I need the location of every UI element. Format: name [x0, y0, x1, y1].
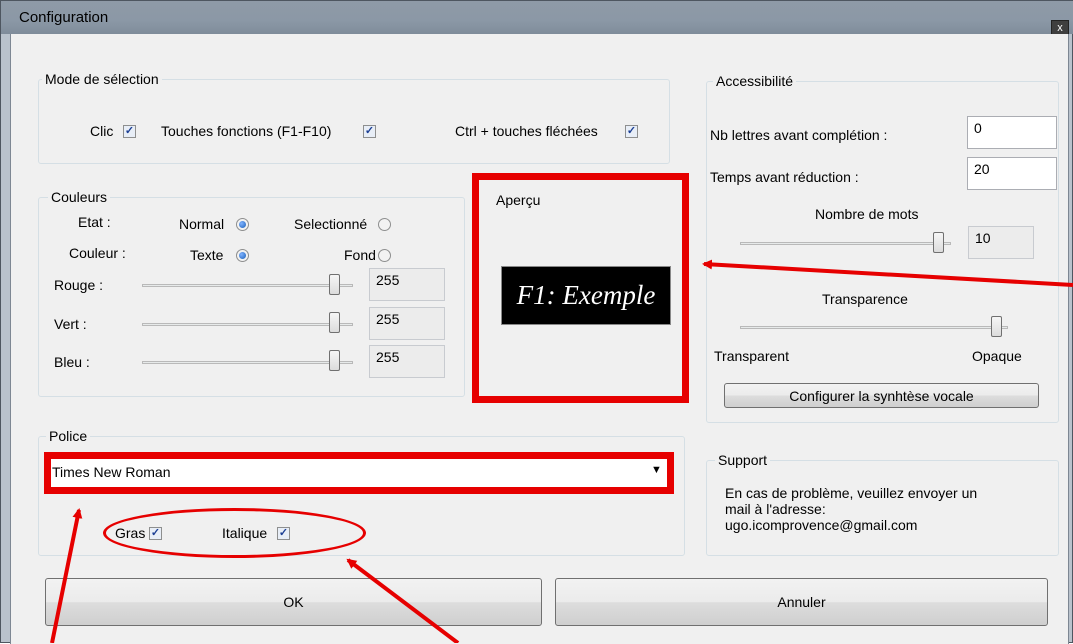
annotation-arrows [50, 259, 1073, 643]
arrow-to-font-dropdown [50, 508, 83, 643]
arrow-to-font-options [346, 558, 460, 643]
arrow-to-preview [702, 259, 1073, 287]
